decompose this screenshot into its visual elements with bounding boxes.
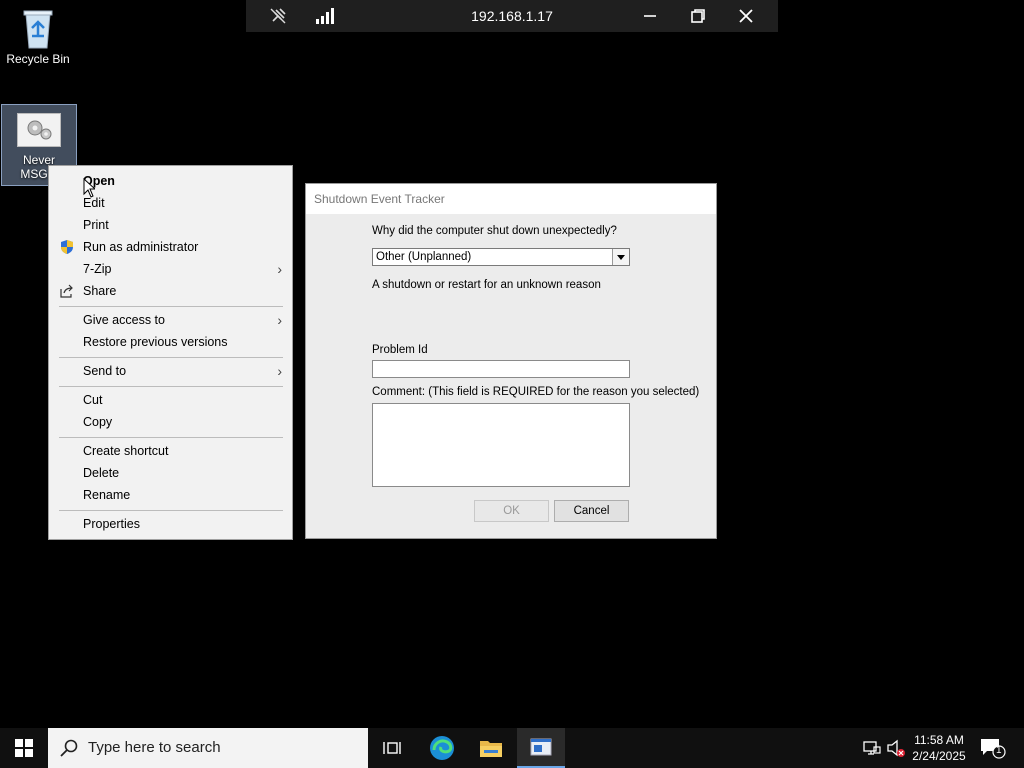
search-placeholder: Type here to search <box>88 739 221 756</box>
menu-item-send-to[interactable]: Send to › <box>49 360 292 382</box>
file-context-menu: Open Edit Print Run as administrator 7-Z… <box>48 165 293 540</box>
menu-label: Send to <box>83 364 127 378</box>
problem-id-input[interactable] <box>372 360 630 378</box>
taskbar: Type here to search 11:58 AM 2/24/2025 1 <box>0 728 1024 768</box>
edge-icon <box>430 736 454 760</box>
menu-label: Rename <box>83 488 131 502</box>
menu-label: Restore previous versions <box>83 335 228 349</box>
problem-id-label: Problem Id <box>372 344 428 356</box>
recycle-bin-label: Recycle Bin <box>6 52 70 66</box>
volume-muted-icon[interactable] <box>886 738 906 758</box>
remote-connection-bar: 192.168.1.17 <box>246 0 778 32</box>
comment-textarea[interactable] <box>372 403 630 487</box>
reason-description: A shutdown or restart for an unknown rea… <box>372 279 601 291</box>
menu-label: Share <box>83 284 117 298</box>
chevron-right-icon: › <box>277 261 282 277</box>
share-icon <box>60 284 73 298</box>
menu-label: Create shortcut <box>83 444 169 458</box>
menu-item-restore-versions[interactable]: Restore previous versions <box>49 331 292 353</box>
menu-item-7zip[interactable]: 7-Zip › <box>49 258 292 280</box>
menu-label: Run as administrator <box>83 240 199 254</box>
menu-item-give-access[interactable]: Give access to › <box>49 309 292 331</box>
system-clock[interactable]: 11:58 AM 2/24/2025 <box>906 732 972 764</box>
recycle-bin-shortcut[interactable]: Recycle Bin <box>0 6 76 66</box>
restore-button[interactable] <box>678 0 718 32</box>
settings-file-icon <box>17 113 61 147</box>
menu-item-properties[interactable]: Properties <box>49 513 292 535</box>
start-button[interactable] <box>0 728 48 768</box>
menu-item-create-shortcut[interactable]: Create shortcut <box>49 440 292 462</box>
cancel-button[interactable]: Cancel <box>554 500 629 522</box>
folder-icon <box>480 741 502 757</box>
menu-item-print[interactable]: Print <box>49 214 292 236</box>
task-view-icon <box>383 742 401 754</box>
restore-icon <box>691 9 705 23</box>
chevron-right-icon: › <box>277 363 282 379</box>
close-button[interactable] <box>726 0 766 32</box>
menu-label: Print <box>83 218 109 232</box>
menu-label: Cut <box>83 393 103 407</box>
mouse-cursor-icon <box>83 178 95 198</box>
shutdown-event-tracker-dialog: Shutdown Event Tracker Why did the compu… <box>305 183 717 539</box>
selected-reason: Other (Unplanned) <box>376 251 472 263</box>
menu-item-share[interactable]: Share <box>49 280 292 302</box>
menu-separator <box>59 306 283 307</box>
comment-label: Comment: (This field is REQUIRED for the… <box>372 386 700 398</box>
menu-separator <box>59 437 283 438</box>
shutdown-question-label: Why did the computer shut down unexpecte… <box>372 225 617 237</box>
ok-button[interactable]: OK <box>474 500 549 522</box>
menu-item-delete[interactable]: Delete <box>49 462 292 484</box>
menu-item-run-as-admin[interactable]: Run as administrator <box>49 236 292 258</box>
dialog-title: Shutdown Event Tracker <box>306 184 716 214</box>
menu-label: 7-Zip <box>83 262 112 276</box>
uac-shield-icon <box>61 240 73 254</box>
task-view-button[interactable] <box>368 728 416 768</box>
close-icon <box>739 9 753 23</box>
menu-label: Edit <box>83 196 105 210</box>
menu-separator <box>59 357 283 358</box>
app-window-icon <box>530 738 552 756</box>
menu-separator <box>59 386 283 387</box>
chevron-right-icon: › <box>277 312 282 328</box>
notification-count: 1 <box>996 745 1002 756</box>
menu-item-cut[interactable]: Cut <box>49 389 292 411</box>
dropdown-arrow-icon[interactable] <box>612 249 629 265</box>
action-center-button[interactable]: 1 <box>978 736 1006 760</box>
menu-label: Delete <box>83 466 120 480</box>
minimize-button[interactable] <box>630 0 670 32</box>
menu-label: Properties <box>83 517 140 531</box>
edge-browser-button[interactable] <box>418 728 466 768</box>
file-explorer-button[interactable] <box>467 728 515 768</box>
menu-label: Give access to <box>83 313 165 327</box>
network-icon[interactable] <box>862 738 882 758</box>
windows-logo-icon <box>15 739 33 757</box>
menu-label: Copy <box>83 415 113 429</box>
shutdown-tracker-taskbar-button[interactable] <box>517 728 565 768</box>
taskbar-search-box[interactable]: Type here to search <box>48 728 368 768</box>
minimize-icon <box>644 15 656 17</box>
menu-item-rename[interactable]: Rename <box>49 484 292 506</box>
menu-separator <box>59 510 283 511</box>
recycle-bin-icon <box>23 10 53 49</box>
clock-date: 2/24/2025 <box>912 749 966 763</box>
shutdown-reason-select[interactable]: Other (Unplanned) <box>372 248 630 266</box>
search-icon <box>60 739 78 757</box>
menu-item-copy[interactable]: Copy <box>49 411 292 433</box>
clock-time: 11:58 AM <box>914 733 964 747</box>
